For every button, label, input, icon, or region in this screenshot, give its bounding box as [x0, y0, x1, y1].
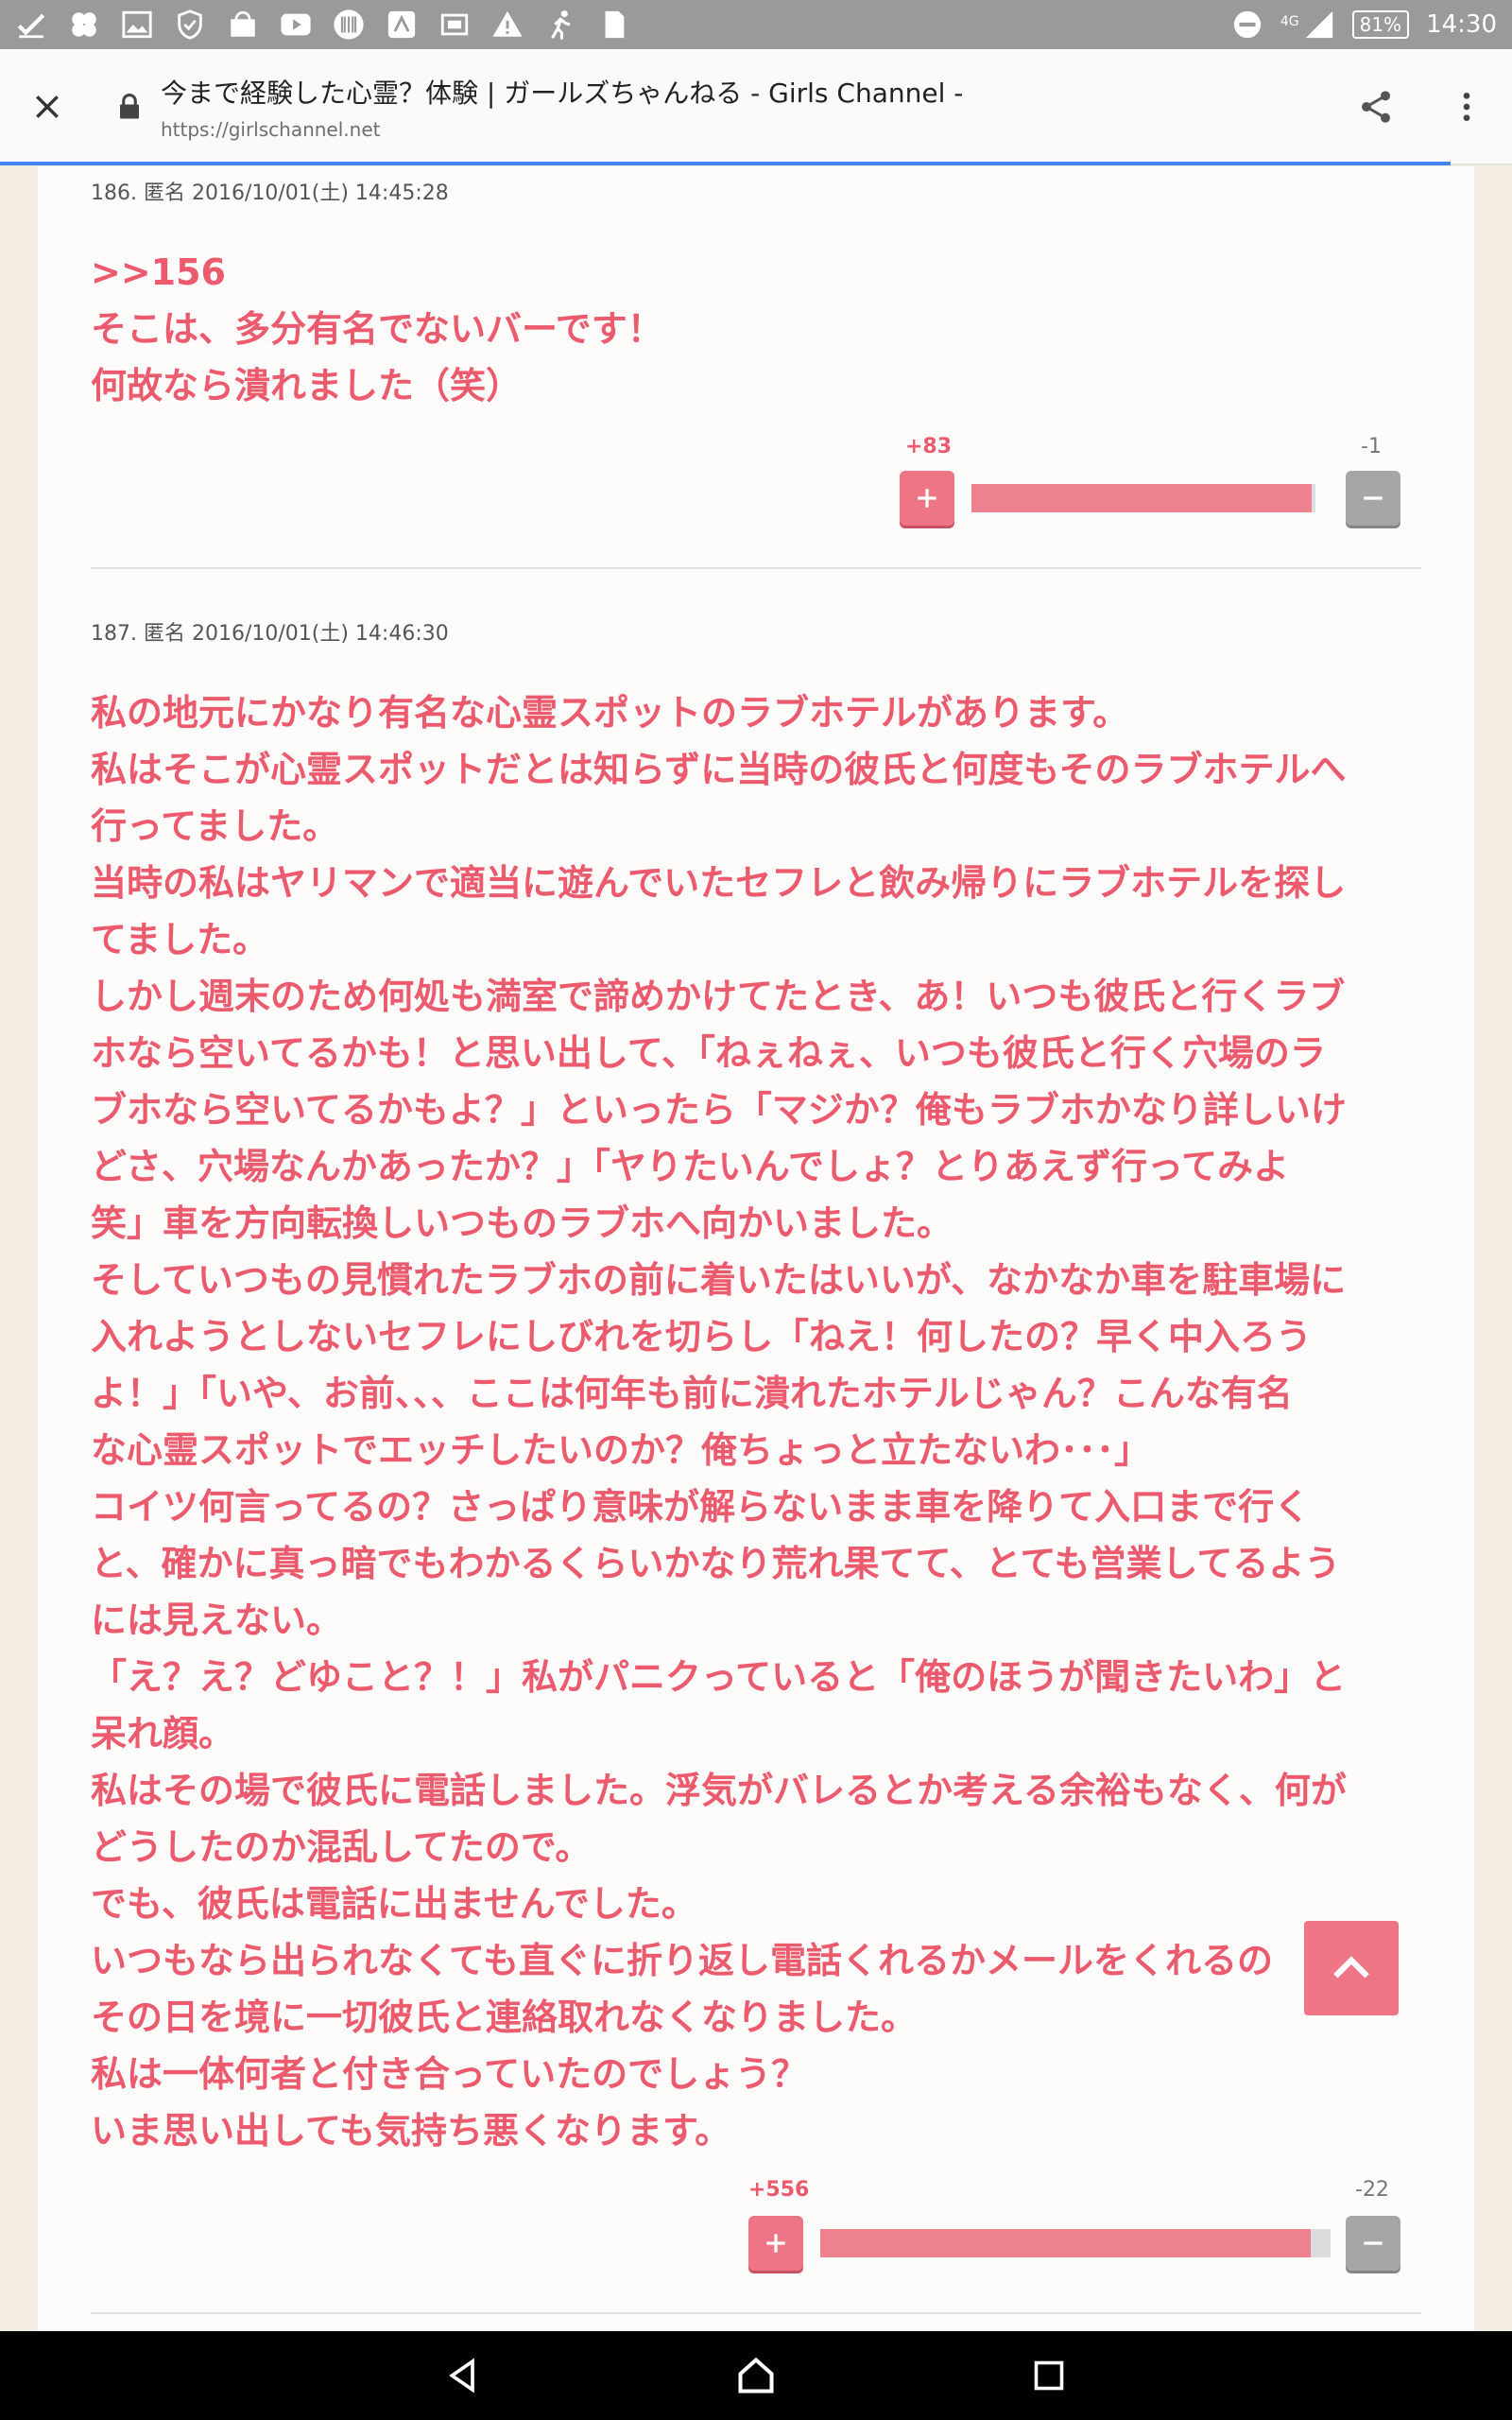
- battery-indicator: 81%: [1351, 10, 1410, 39]
- comment-line: な心霊スポットでエッチしたいのか？俺ちょっと立たないわ･･･」: [91, 1429, 1151, 1471]
- vote-ratio-fill: [820, 2229, 1312, 2257]
- comment-line: 当時の私はヤリマンで適当に遊んでいたセフレと飲み帰りにラブホテルを探し: [91, 862, 1347, 904]
- minus-count: -22: [1355, 2178, 1389, 2202]
- comment-line: ブホなら空いてるかもよ？」といったら「マジか？俺もラブホかなり詳しいけ: [91, 1089, 1347, 1131]
- comment-line: 私はそこが心霊スポットだとは知らずに当時の彼氏と何度もそのラブホテルへ: [91, 749, 1347, 790]
- plus-vote-button[interactable]: [748, 2216, 803, 2271]
- comment-line: コイツ何言ってるの？さっぱり意味が解らないまま車を降りて入口まで行く: [91, 1486, 1311, 1528]
- close-button[interactable]: [2, 61, 93, 152]
- comment-187: 187. 匿名 2016/10/01(土) 14:46:30 私の地元にかなり有…: [91, 616, 1421, 2159]
- comment-line: 何故なら潰れました（笑）: [91, 365, 523, 406]
- comment-line: どさ、穴場なんかあったか？」「ヤりたいんでしょ？とりあえず行ってみよ: [91, 1146, 1290, 1187]
- comment-line: には見えない。: [91, 1599, 343, 1641]
- recents-button[interactable]: [1021, 2347, 1077, 2404]
- comment-line: 呆れ顔。: [91, 1713, 235, 1754]
- flower-icon: [68, 9, 100, 41]
- shield-check-icon: [174, 9, 206, 41]
- comment-line: てました。: [91, 919, 269, 960]
- chevron-up-icon: [1333, 1956, 1369, 1979]
- status-bar: 4G 81% 14:30: [0, 0, 1512, 49]
- url-area[interactable]: 今まで経験した心霊？体験 | ガールズちゃんねる - Girls Channel…: [161, 73, 1331, 141]
- dnd-icon: [1231, 9, 1263, 41]
- minus-count: -1: [1361, 435, 1382, 458]
- plus-icon: [766, 2234, 785, 2253]
- recents-square-icon: [1034, 2360, 1064, 2391]
- barcode-icon: [333, 9, 365, 41]
- network-type: 4G: [1280, 14, 1299, 29]
- running-icon: [544, 9, 576, 41]
- browser-toolbar: 今まで経験した心霊？体験 | ガールズちゃんねる - Girls Channel…: [0, 49, 1512, 165]
- share-button[interactable]: [1331, 61, 1421, 152]
- comment-line: 行ってました。: [91, 805, 339, 847]
- comment-line: いつもなら出られなくても直ぐに折り返し電話くれるかメールをくれるの: [91, 1940, 1273, 1981]
- back-button[interactable]: [435, 2347, 491, 2404]
- home-button[interactable]: [728, 2347, 784, 2404]
- vote-ratio-bar: [971, 484, 1315, 512]
- vote-ratio-bar: [820, 2229, 1331, 2257]
- share-icon: [1362, 90, 1390, 123]
- comment-line: 「え？え？どゆこと？！」私がパニクっていると「俺のほうが聞きたいわ」と: [91, 1656, 1347, 1698]
- image-icon: [121, 9, 153, 41]
- plus-icon: [918, 489, 936, 508]
- minus-icon: [1364, 496, 1383, 500]
- comment-line: 私の地元にかなり有名な心霊スポットのラブホテルがあります。: [91, 692, 1129, 734]
- lock-icon: [120, 93, 139, 118]
- warning-icon: [491, 9, 524, 41]
- comment-line: ホなら空いてるかも！と思い出して、「ねぇねぇ、いつも彼氏と行く穴場のラ: [91, 1032, 1326, 1074]
- page-load-progress: [0, 162, 1451, 165]
- more-vert-icon: [1463, 92, 1470, 121]
- comment-line: しかし週末のため何処も満室で諦めかけてたとき、あ！いつも彼氏と行くラブ: [91, 976, 1346, 1017]
- comment-meta: 186. 匿名 2016/10/01(土) 14:45:28: [91, 182, 449, 205]
- reply-anchor-link[interactable]: >>156: [91, 244, 1421, 301]
- system-indicators: 4G 81% 14:30: [1231, 9, 1497, 41]
- comment-divider: [91, 2312, 1421, 2314]
- check-icon: [15, 9, 47, 41]
- close-icon: [36, 95, 59, 118]
- sim-icon: [438, 9, 471, 41]
- comment-line: 私はその場で彼氏に電話しました。浮気がバレるとか考える余裕もなく、何が: [91, 1770, 1347, 1811]
- comment-divider: [91, 567, 1421, 569]
- plus-count: +556: [748, 2178, 810, 2202]
- shop-icon: [227, 9, 259, 41]
- minus-vote-button[interactable]: [1346, 2216, 1400, 2271]
- comment-line: と、確かに真っ暗でもわかるくらいかなり荒れ果てて、とても営業してるよう: [91, 1543, 1341, 1584]
- clock: 14:30: [1426, 10, 1497, 39]
- comment-line: 笑」車を方向転換しいつものラブホへ向かいました。: [91, 1202, 954, 1244]
- signal-icon: [1303, 9, 1335, 41]
- home-icon: [738, 2357, 774, 2394]
- comment-line: そしていつもの見慣れたラブホの前に着いたはいいが、なかなか車を駐車場に: [91, 1259, 1347, 1301]
- comment-line: でも、彼氏は電話に出ませんでした。: [91, 1883, 697, 1925]
- vote-ratio-fill: [971, 484, 1312, 512]
- minus-icon: [1364, 2241, 1383, 2245]
- plus-count: +83: [905, 435, 953, 458]
- menu-button[interactable]: [1421, 61, 1512, 152]
- comment-line: よ！」「いや、お前、、、ここは何年も前に潰れたホテルじゃん？こんな有名: [91, 1373, 1293, 1414]
- sd-card-icon: [597, 9, 629, 41]
- comment-list: 186. 匿名 2016/10/01(土) 14:45:28 >>156 そこは…: [38, 166, 1474, 2331]
- comment-meta: 187. 匿名 2016/10/01(土) 14:46:30: [91, 622, 449, 646]
- app-icon: [386, 9, 418, 41]
- comment-line: どうしたのか混乱してたので。: [91, 1826, 592, 1868]
- comment-body: >>156 そこは、多分有名でないバーです！ 何故なら潰れました（笑）: [91, 244, 1421, 414]
- comment-186: 186. 匿名 2016/10/01(土) 14:45:28 >>156 そこは…: [91, 176, 1421, 414]
- comment-line: 入れようとしないセフレにしびれを切らし「ねえ！何したの？早く中入ろう: [91, 1316, 1313, 1357]
- back-triangle-icon: [449, 2358, 474, 2394]
- page-url: https://girlschannel.net: [161, 117, 381, 141]
- comment-line: そこは、多分有名でないバーです！: [91, 308, 663, 350]
- comment-line: その日を境に一切彼氏と連絡取れなくなりました。: [91, 1996, 918, 2038]
- comment-line: いま思い出しても気持ち悪くなります。: [91, 2110, 731, 2152]
- navigation-bar: [0, 2331, 1512, 2420]
- comment-line: 私は一体何者と付き合っていたのでしょう？: [91, 2053, 808, 2095]
- notification-icons: [15, 9, 629, 41]
- comment-body: 私の地元にかなり有名な心霊スポットのラブホテルがあります。私はそこが心霊スポット…: [91, 684, 1421, 2159]
- plus-vote-button[interactable]: [900, 471, 954, 526]
- page-title: 今まで経験した心霊？体験 | ガールズちゃんねる - Girls Channel…: [161, 77, 964, 109]
- scroll-to-top-button[interactable]: [1304, 1921, 1399, 2015]
- youtube-icon: [280, 9, 312, 41]
- minus-vote-button[interactable]: [1346, 471, 1400, 526]
